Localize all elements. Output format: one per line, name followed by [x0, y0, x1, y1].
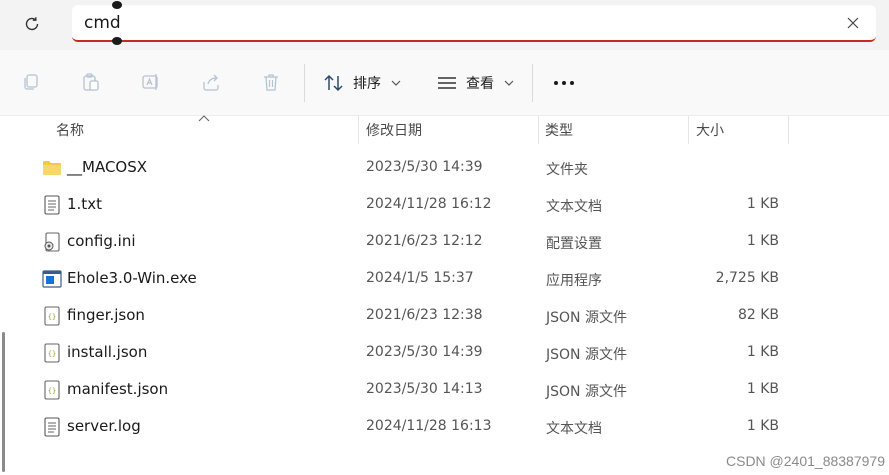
file-date: 2023/5/30 14:13: [366, 381, 483, 397]
view-button[interactable]: 查看: [436, 68, 514, 98]
sort-icon: [324, 74, 343, 92]
close-icon: [847, 17, 859, 29]
clear-address-button[interactable]: [844, 14, 862, 32]
file-size: 1 KB: [746, 381, 779, 397]
file-date: 2021/6/23 12:12: [366, 233, 483, 249]
chevron-down-icon: [504, 80, 514, 86]
more-options-button[interactable]: [550, 72, 578, 94]
sort-label: 排序: [353, 76, 381, 92]
file-type: 应用程序: [546, 273, 602, 289]
file-row-finger-json[interactable]: {} finger.json 2021/6/23 12:38 JSON 源文件 …: [40, 297, 800, 334]
column-header-date[interactable]: 修改日期: [366, 116, 422, 144]
copy-icon: [24, 74, 38, 90]
file-date: 2024/1/5 15:37: [366, 270, 474, 286]
column-divider[interactable]: [538, 116, 539, 144]
rename-icon: [142, 74, 158, 90]
file-name: manifest.json: [67, 380, 169, 398]
column-header-size[interactable]: 大小: [696, 116, 724, 144]
file-date: 2024/11/28 16:13: [366, 418, 492, 434]
column-date-label: 修改日期: [366, 123, 422, 139]
file-date: 2023/5/30 14:39: [366, 344, 483, 360]
file-type: JSON 源文件: [546, 310, 627, 326]
file-row-config-ini[interactable]: config.ini 2021/6/23 12:12 配置设置 1 KB: [40, 223, 800, 260]
file-name: Ehole3.0-Win.exe: [67, 269, 197, 287]
caret-handle-bottom[interactable]: [112, 37, 122, 45]
folder-icon: [42, 158, 62, 178]
file-row-manifest-json[interactable]: {} manifest.json 2023/5/30 14:13 JSON 源文…: [40, 371, 800, 408]
file-type: 配置设置: [546, 236, 602, 252]
address-bar-area: [0, 0, 889, 50]
column-header-name[interactable]: 名称: [56, 116, 84, 144]
file-type: JSON 源文件: [546, 384, 627, 400]
file-row-server-log[interactable]: server.log 2024/11/28 16:13 文本文档 1 KB: [40, 408, 800, 445]
file-name: server.log: [67, 417, 141, 435]
toolbar-divider: [304, 64, 305, 102]
config-file-icon: [42, 232, 62, 252]
refresh-button[interactable]: [14, 10, 50, 38]
exe-file-icon: [42, 269, 62, 289]
column-divider[interactable]: [688, 116, 689, 144]
view-label: 查看: [466, 76, 494, 92]
text-file-icon: [42, 195, 62, 215]
file-size: 2,725 KB: [715, 270, 779, 286]
more-dots-icon: [554, 81, 558, 85]
column-header-type[interactable]: 类型: [545, 116, 573, 144]
json-file-icon: {}: [42, 380, 62, 400]
watermark-text: CSDN @2401_88387979: [726, 453, 885, 469]
rename-button[interactable]: [139, 70, 163, 94]
svg-text:{}: {}: [48, 387, 56, 395]
paste-icon: [83, 73, 99, 91]
file-row-install-json[interactable]: {} install.json 2023/5/30 14:39 JSON 源文件…: [40, 334, 800, 371]
file-size: 1 KB: [746, 418, 779, 434]
file-size: 1 KB: [746, 196, 779, 212]
file-date: 2021/6/23 12:38: [366, 307, 483, 323]
address-field[interactable]: [72, 1, 876, 45]
file-size: 1 KB: [746, 344, 779, 360]
column-name-label: 名称: [56, 123, 84, 139]
file-date: 2024/11/28 16:12: [366, 196, 492, 212]
file-date: 2023/5/30 14:39: [366, 159, 483, 175]
view-icon: [438, 77, 456, 89]
column-type-label: 类型: [545, 123, 573, 139]
sort-ascending-icon: [198, 115, 210, 122]
file-row-macosx[interactable]: __MACOSX 2023/5/30 14:39 文件夹: [40, 149, 800, 186]
file-size: 1 KB: [746, 233, 779, 249]
json-file-icon: {}: [42, 343, 62, 363]
copy-button[interactable]: [19, 70, 43, 94]
text-file-icon: [42, 417, 62, 437]
address-input[interactable]: [84, 9, 824, 37]
delete-button[interactable]: [259, 70, 283, 94]
sort-button[interactable]: 排序: [323, 68, 401, 98]
file-name: 1.txt: [67, 195, 102, 213]
chevron-down-icon: [391, 80, 401, 86]
file-type: 文件夹: [546, 162, 588, 178]
file-name: finger.json: [67, 306, 145, 324]
file-type: 文本文档: [546, 421, 602, 437]
file-name: config.ini: [67, 232, 136, 250]
trash-icon: [264, 74, 278, 91]
file-name: __MACOSX: [67, 158, 148, 176]
command-bar: 排序 查看: [0, 50, 889, 116]
column-divider[interactable]: [788, 116, 789, 144]
file-type: 文本文档: [546, 199, 602, 215]
share-button[interactable]: [199, 70, 223, 94]
caret-handle-top[interactable]: [112, 1, 122, 9]
file-type: JSON 源文件: [546, 347, 627, 363]
svg-text:{}: {}: [48, 350, 56, 358]
file-list: 名称 修改日期 类型 大小 __MACOSX 2023/5/30 14:39 文…: [0, 115, 889, 475]
json-file-icon: {}: [42, 306, 62, 326]
file-name: install.json: [67, 343, 148, 361]
file-row-ehole-exe[interactable]: Ehole3.0-Win.exe 2024/1/5 15:37 应用程序 2,7…: [40, 260, 800, 297]
file-row-1-txt[interactable]: 1.txt 2024/11/28 16:12 文本文档 1 KB: [40, 186, 800, 223]
file-size: 82 KB: [737, 307, 779, 323]
scrollbar[interactable]: [2, 332, 5, 472]
share-icon: [203, 74, 219, 91]
refresh-icon: [25, 17, 39, 31]
toolbar-divider: [532, 64, 533, 102]
paste-button[interactable]: [79, 70, 103, 94]
svg-text:{}: {}: [48, 313, 56, 321]
column-size-label: 大小: [696, 123, 724, 139]
column-divider[interactable]: [358, 116, 359, 144]
